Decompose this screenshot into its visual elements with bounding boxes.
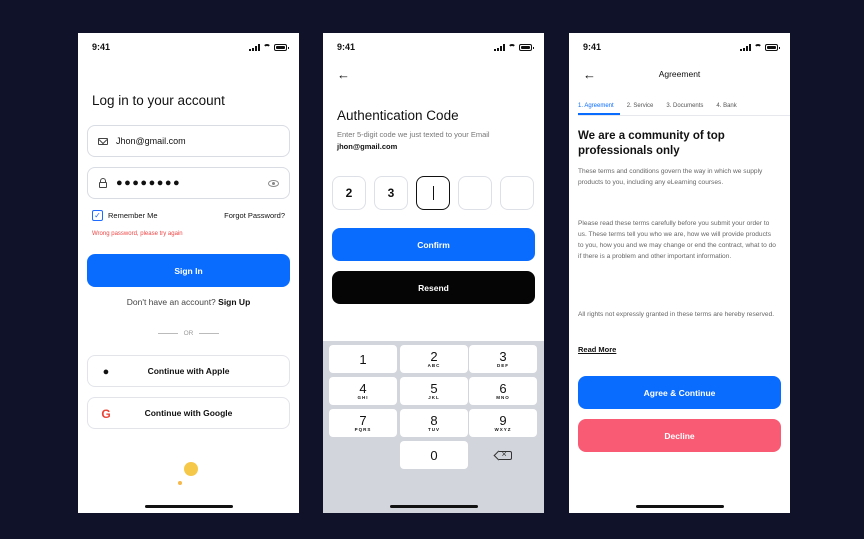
password-field[interactable]: ●●●●●●●●	[87, 167, 290, 199]
read-more-link[interactable]: Read More	[578, 345, 616, 354]
apple-icon: ●	[102, 366, 110, 378]
sign-in-button[interactable]: Sign In	[87, 254, 290, 287]
agreement-paragraph-2: Please read these terms carefully before…	[578, 220, 776, 260]
keypad-key[interactable]: 4 GHI	[329, 377, 397, 405]
loading-dot-icon	[184, 462, 198, 476]
mail-icon	[98, 137, 108, 145]
tab-step[interactable]: 1. Agreement	[578, 100, 620, 115]
sign-up-link[interactable]: Sign Up	[218, 297, 250, 307]
keypad-key[interactable]: 6 MNO	[469, 377, 537, 405]
agreement-paragraph-1: These terms and conditions govern the wa…	[578, 168, 763, 186]
battery-icon	[274, 43, 289, 51]
signal-icon	[249, 43, 260, 51]
code-digit-box[interactable]: 3	[374, 176, 408, 210]
tab-step[interactable]: 2. Service	[627, 100, 660, 115]
continue-google-button[interactable]: G Continue with Google	[87, 397, 290, 429]
loading-dot-small-icon	[178, 481, 182, 485]
google-icon: G	[101, 407, 111, 421]
status-time: 9:41	[92, 42, 111, 52]
tab-step[interactable]: 3. Documents	[666, 100, 709, 115]
code-inputs: 23	[332, 176, 534, 210]
continue-apple-button[interactable]: ● Continue with Apple	[87, 355, 290, 387]
status-bar: 9:41	[583, 41, 780, 53]
lock-icon	[99, 177, 107, 188]
keypad-key[interactable]: 1	[329, 345, 397, 373]
decline-button[interactable]: Decline	[578, 419, 781, 452]
delete-key[interactable]	[469, 441, 537, 469]
code-digit-box[interactable]: 2	[332, 176, 366, 210]
numeric-keypad: 12ABC3DEF 4GHI5JKL6MNO 7PQRS8TUV9WXYZ0	[323, 341, 544, 513]
auth-screen: 9:41 ← Authentication Code Enter 5-digit…	[323, 33, 544, 513]
auth-subtitle: Enter 5-digit code we just texted to you…	[337, 130, 490, 151]
page-title: Authentication Code	[337, 108, 459, 123]
keypad-key[interactable]: 0	[400, 441, 468, 469]
signal-icon	[494, 43, 505, 51]
forgot-password-link[interactable]: Forgot Password?	[224, 211, 285, 220]
or-divider: OR	[78, 330, 299, 337]
remember-me[interactable]: ✓ Remember Me	[92, 210, 158, 221]
backspace-icon	[498, 449, 512, 460]
remember-label: Remember Me	[108, 211, 158, 220]
agreement-paragraph-3: All rights not expressly granted in thes…	[578, 311, 775, 318]
login-screen: 9:41 Log in to your account Jhon@gmail.c…	[78, 33, 299, 513]
agree-continue-button[interactable]: Agree & Continue	[578, 376, 781, 409]
keypad-key[interactable]: 9 WXYZ	[469, 409, 537, 437]
page-header: Agreement	[658, 69, 701, 79]
email-value: Jhon@gmail.com	[116, 136, 186, 146]
wifi-icon	[508, 44, 516, 50]
status-time: 9:41	[337, 42, 356, 52]
status-time: 9:41	[583, 42, 602, 52]
code-digit-box[interactable]	[458, 176, 492, 210]
status-bar: 9:41	[337, 41, 534, 53]
confirm-button[interactable]: Confirm	[332, 228, 535, 261]
page-title: Log in to your account	[92, 93, 225, 108]
battery-icon	[519, 43, 534, 51]
signal-icon	[740, 43, 751, 51]
status-bar: 9:41	[92, 41, 289, 53]
keypad-key[interactable]: 8 TUV	[400, 409, 468, 437]
eye-icon[interactable]	[268, 179, 279, 187]
error-message: Wrong password, please try again	[92, 231, 183, 237]
step-tabs: 1. Agreement 2. Service 3. Documents 4. Ban…	[578, 100, 790, 116]
agreement-title: We are a community of top professionals …	[578, 130, 725, 157]
signup-prompt: Don't have an account? Sign Up	[126, 297, 251, 307]
agreement-screen: 9:41 ← Agreement 1. Agreement 2. Service 3…	[569, 33, 790, 513]
keypad-key[interactable]: 5 JKL	[400, 377, 468, 405]
code-digit-box[interactable]	[416, 176, 450, 210]
keypad-key[interactable]: 2 ABC	[400, 345, 468, 373]
password-value: ●●●●●●●●	[116, 177, 182, 189]
home-indicator	[635, 505, 724, 508]
wifi-icon	[263, 44, 271, 50]
auth-email: jhon@gmail.com	[337, 142, 398, 151]
resend-button[interactable]: Resend	[332, 271, 535, 304]
home-indicator	[389, 505, 478, 508]
home-indicator	[144, 505, 233, 508]
keypad-key[interactable]: 7 PQRS	[329, 409, 397, 437]
battery-icon	[765, 43, 780, 51]
text-caret	[432, 186, 434, 200]
keypad-key[interactable]: 3 DEF	[469, 345, 537, 373]
email-field[interactable]: Jhon@gmail.com	[87, 125, 290, 157]
tab-step[interactable]: 4. Bank	[716, 100, 742, 115]
code-digit-box[interactable]	[500, 176, 534, 210]
checkbox-icon[interactable]: ✓	[92, 210, 103, 221]
wifi-icon	[754, 44, 762, 50]
back-arrow-icon[interactable]: ←	[337, 67, 350, 82]
